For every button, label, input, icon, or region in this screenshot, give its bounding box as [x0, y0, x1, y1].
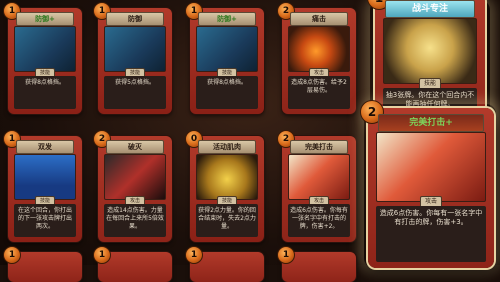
- card-double-tap[interactable]: 1 双发 技能 在这个回合，你打出的下一张攻击牌打出两次。: [3, 130, 82, 242]
- energy-cost: 1: [277, 246, 295, 264]
- card-bash[interactable]: 2 痛击 攻击 造成8点伤害。给予2层易伤。: [277, 2, 356, 114]
- card-defend-plus-1[interactable]: 1 防御+ 技能 获得8点格挡。: [3, 2, 82, 114]
- card-perfected-strike-plus[interactable]: 2 完美打击+ 攻击 造成6点伤害。你每有一张名字中有打击的牌，伤害+3。: [360, 100, 494, 268]
- card-defend[interactable]: 1 防御 技能 获得5点格挡。: [93, 2, 172, 114]
- card-description: 造成8点伤害。给予2层易伤。: [288, 76, 350, 109]
- card-description: 获得8点格挡。: [196, 76, 258, 109]
- card-art-shield: [196, 26, 258, 72]
- card-partial[interactable]: 1: [185, 246, 264, 282]
- card-description: 获得2点力量。你的回合结束时，失去2点力量。: [196, 204, 258, 237]
- card-art-strike: [376, 132, 486, 202]
- card-art-shield: [14, 26, 76, 72]
- card-title: 防御: [106, 12, 164, 26]
- card-description: 造成6点伤害。你每有一张名字中有打击的牌，伤害+2。: [288, 204, 350, 237]
- card-title: 双发: [16, 140, 74, 154]
- card-title: 战斗专注: [385, 0, 475, 18]
- card-description: 造成14点伤害。力量在每回合上来所5倍效果。: [104, 204, 166, 237]
- card-art-double: [14, 154, 76, 200]
- card-art-strike: [288, 154, 350, 200]
- card-title: 完美打击+: [378, 114, 484, 132]
- card-art-blade: [104, 154, 166, 200]
- card-partial[interactable]: 1: [3, 246, 82, 282]
- card-art-shield: [104, 26, 166, 72]
- energy-cost: 1: [93, 246, 111, 264]
- card-description: 在这个回合，你打出的下一张攻击牌打出两次。: [14, 204, 76, 237]
- card-partial[interactable]: 1: [277, 246, 356, 282]
- energy-cost: 1: [185, 246, 203, 264]
- card-defend-plus-2[interactable]: 1 防御+ 技能 获得8点格挡。: [185, 2, 264, 114]
- card-perfected-strike[interactable]: 2 完美打击 攻击 造成6点伤害。你每有一张名字中有打击的牌，伤害+2。: [277, 130, 356, 242]
- card-description: 获得8点格挡。: [14, 76, 76, 109]
- card-description: 造成6点伤害。你每有一张名字中有打击的牌，伤害+3。: [376, 206, 486, 262]
- card-heavy-blade[interactable]: 2 破灭 攻击 造成14点伤害。力量在每回合上来所5倍效果。: [93, 130, 172, 242]
- card-art-trance: [383, 18, 477, 84]
- card-title: 活动肌肉: [198, 140, 256, 154]
- card-title: 完美打击: [290, 140, 348, 154]
- card-grid-background: 1 防御+ 技能 获得8点格挡。 1 防御 技能 获得5点格挡。 1 防御+ 技…: [0, 0, 500, 282]
- card-partial[interactable]: 1: [93, 246, 172, 282]
- card-title: 防御+: [198, 12, 256, 26]
- card-art-bash: [288, 26, 350, 72]
- card-art-flex: [196, 154, 258, 200]
- card-title: 防御+: [16, 12, 74, 26]
- card-title: 破灭: [106, 140, 164, 154]
- card-description: 获得5点格挡。: [104, 76, 166, 109]
- card-flex[interactable]: 0 活动肌肉 技能 获得2点力量。你的回合结束时，失去2点力量。: [185, 130, 264, 242]
- card-title: 痛击: [290, 12, 348, 26]
- energy-cost: 1: [3, 246, 21, 264]
